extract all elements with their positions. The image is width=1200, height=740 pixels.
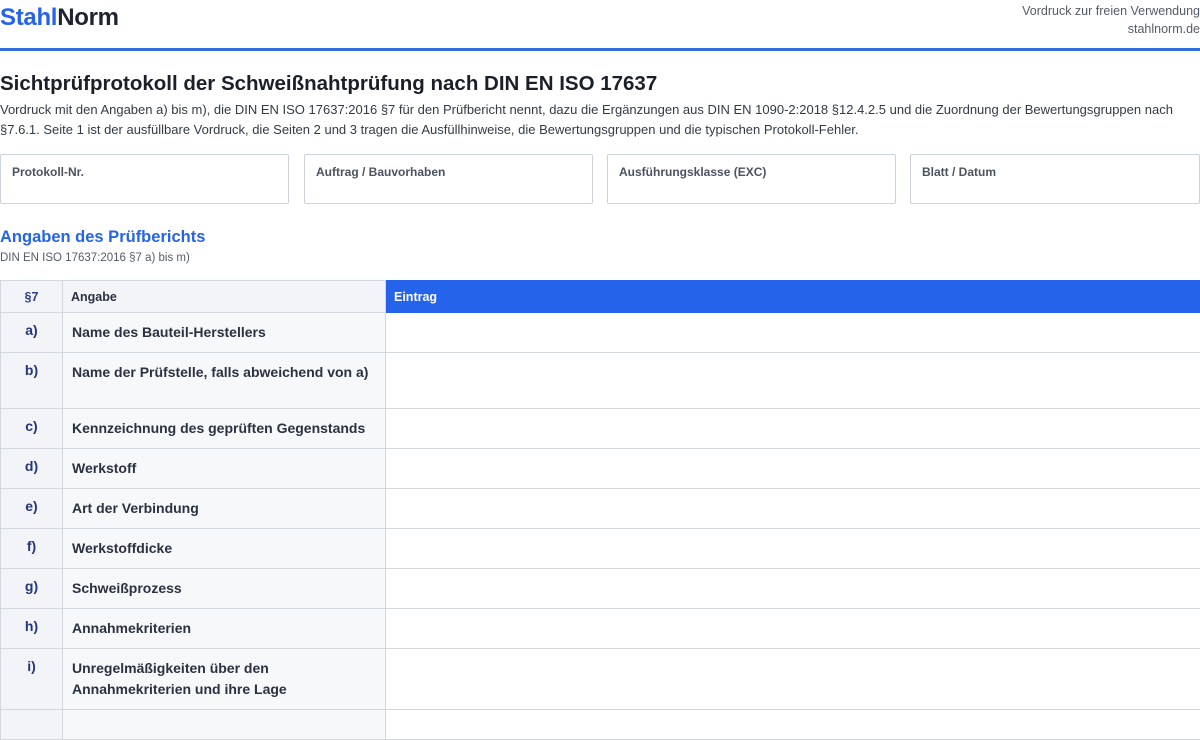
field-label: Protokoll-Nr. xyxy=(12,165,277,179)
table-row: f) Werkstoffdicke xyxy=(1,529,1200,569)
row-key: f) xyxy=(1,529,63,569)
row-label: Name des Bauteil-Herstellers xyxy=(63,313,386,353)
field-protokoll-nr[interactable]: Protokoll-Nr. xyxy=(0,154,289,204)
row-key: c) xyxy=(1,409,63,449)
header-site-link[interactable]: stahlnorm.de xyxy=(1022,20,1200,38)
logo-part-stahl: Stahl xyxy=(0,4,57,31)
form-fields: Protokoll-Nr. Auftrag / Bauvorhaben Ausf… xyxy=(0,154,1200,206)
row-key: i) xyxy=(1,649,63,710)
report-table: §7 Angabe Eintrag a) Name des Bauteil-He… xyxy=(0,280,1200,740)
field-label: Ausführungsklasse (EXC) xyxy=(619,165,884,179)
row-key: h) xyxy=(1,609,63,649)
table-row: b) Name der Prüfstelle, falls abweichend… xyxy=(1,353,1200,409)
row-entry-cell[interactable] xyxy=(386,569,1200,609)
row-label: Werkstoff xyxy=(63,449,386,489)
section-subtitle: DIN EN ISO 17637:2016 §7 a) bis m) xyxy=(0,252,190,264)
table-row: h) Annahmekriterien xyxy=(1,609,1200,649)
field-auftrag[interactable]: Auftrag / Bauvorhaben xyxy=(304,154,593,204)
row-entry-cell[interactable] xyxy=(386,529,1200,569)
row-entry-cell[interactable] xyxy=(386,649,1200,710)
column-header-paragraph: §7 xyxy=(1,281,63,313)
header-bar: StahlNorm Vordruck zur freien Verwendung… xyxy=(0,0,1200,51)
row-key: b) xyxy=(1,353,63,409)
table-row: e) Art der Verbindung xyxy=(1,489,1200,529)
column-header-angabe: Angabe xyxy=(63,281,386,313)
section-title: Angaben des Prüfberichts xyxy=(0,228,205,247)
row-label: Name der Prüfstelle, falls abweichend vo… xyxy=(63,353,386,409)
row-label: Annahmekriterien xyxy=(63,609,386,649)
row-key: g) xyxy=(1,569,63,609)
row-entry-cell[interactable] xyxy=(386,353,1200,409)
header-note-block: Vordruck zur freien Verwendung stahlnorm… xyxy=(1022,2,1200,38)
row-entry-cell[interactable] xyxy=(386,489,1200,529)
row-entry-cell[interactable] xyxy=(386,710,1200,740)
row-key: a) xyxy=(1,313,63,353)
row-key: e) xyxy=(1,489,63,529)
row-label: Art der Verbindung xyxy=(63,489,386,529)
table-row: i) Unregelmäßigkeiten über den Annahmekr… xyxy=(1,649,1200,710)
table-row: c) Kennzeichnung des geprüften Gegenstan… xyxy=(1,409,1200,449)
table-header-row: §7 Angabe Eintrag xyxy=(1,281,1200,313)
table-row xyxy=(1,710,1200,740)
row-key xyxy=(1,710,63,740)
row-entry-cell[interactable] xyxy=(386,313,1200,353)
field-blatt-datum[interactable]: Blatt / Datum xyxy=(910,154,1200,204)
row-entry-cell[interactable] xyxy=(386,409,1200,449)
column-header-eintrag: Eintrag xyxy=(386,281,1200,313)
field-label: Auftrag / Bauvorhaben xyxy=(316,165,581,179)
table-row: a) Name des Bauteil-Herstellers xyxy=(1,313,1200,353)
intro-text: Vordruck mit den Angaben a) bis m), die … xyxy=(0,100,1190,140)
row-label xyxy=(63,710,386,740)
row-entry-cell[interactable] xyxy=(386,449,1200,489)
header-note: Vordruck zur freien Verwendung xyxy=(1022,2,1200,20)
row-label: Kennzeichnung des geprüften Gegenstands xyxy=(63,409,386,449)
field-ausfuehrungsklasse[interactable]: Ausführungsklasse (EXC) xyxy=(607,154,896,204)
row-key: d) xyxy=(1,449,63,489)
table-row: d) Werkstoff xyxy=(1,449,1200,489)
page-title: Sichtprüfprotokoll der Schweißnahtprüfun… xyxy=(0,72,657,96)
row-label: Schweißprozess xyxy=(63,569,386,609)
table-row: g) Schweißprozess xyxy=(1,569,1200,609)
row-label: Unregelmäßigkeiten über den Annahmekrite… xyxy=(63,649,386,710)
logo[interactable]: StahlNorm xyxy=(0,4,119,32)
row-entry-cell[interactable] xyxy=(386,609,1200,649)
logo-part-norm: Norm xyxy=(57,4,118,31)
row-label: Werkstoffdicke xyxy=(63,529,386,569)
field-label: Blatt / Datum xyxy=(922,165,1188,179)
